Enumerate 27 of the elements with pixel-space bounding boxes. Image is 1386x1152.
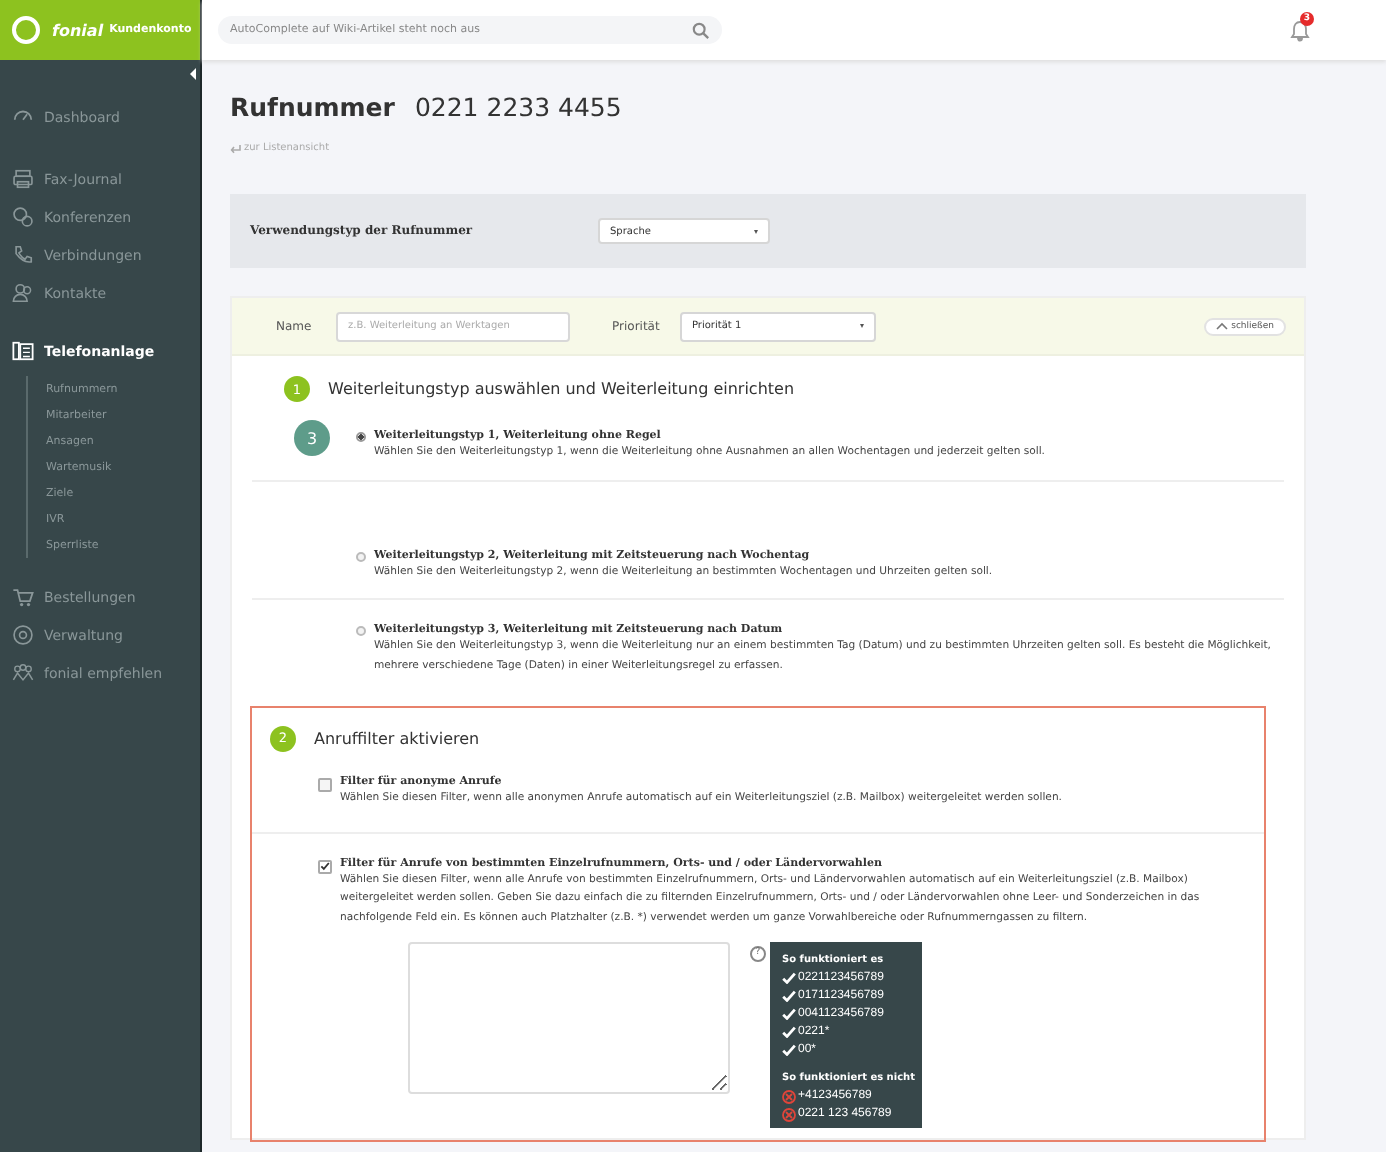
page-title: Rufnummer [230, 92, 395, 122]
checkbox[interactable] [318, 777, 332, 792]
return-arrow-icon [230, 143, 242, 153]
people-icon [12, 282, 34, 304]
phone-number: 0221 2233 4455 [414, 92, 622, 122]
search-icon [692, 21, 710, 39]
radio-button[interactable] [356, 432, 366, 442]
phone-book-icon [12, 340, 34, 362]
cart-icon [12, 586, 34, 608]
brand-name: fonial [52, 21, 104, 39]
checkbox[interactable] [318, 859, 332, 874]
bell-icon[interactable] [1290, 19, 1310, 41]
printer-icon [12, 168, 34, 190]
cross-circle-icon [782, 1089, 796, 1104]
radio-button[interactable] [356, 551, 366, 562]
chevron-up-icon [1215, 322, 1228, 330]
radio-button[interactable] [356, 626, 366, 637]
step-title: Weiterleitungstyp auswählen und Weiterleitung einrichten [328, 380, 795, 398]
step-title: Anruffilter aktivieren [314, 729, 480, 748]
chat-bubbles-icon [12, 206, 34, 228]
step-marker: 3 [294, 420, 330, 456]
group-icon [12, 662, 34, 684]
logo-ring-icon [12, 16, 40, 44]
cross-circle-icon [782, 1107, 796, 1122]
phone-icon [12, 244, 34, 266]
collapse-toggle-icon[interactable] [190, 68, 196, 80]
number-list-field[interactable] [408, 941, 730, 1094]
